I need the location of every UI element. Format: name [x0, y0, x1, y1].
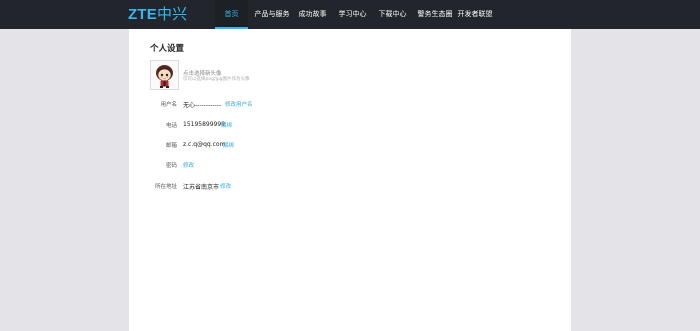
- profile-settings-panel: 个人设置 点击选择新头像 仅可以选择png/jpg图片作为头像 用户名 无心--…: [129, 29, 571, 331]
- unbind-phone-link[interactable]: 解绑: [221, 121, 232, 129]
- edit-username-link[interactable]: 修改用户名: [225, 100, 253, 108]
- change-password-link[interactable]: 修改: [183, 161, 194, 169]
- nav-item-success-stories[interactable]: 成功故事: [296, 0, 329, 29]
- address-value: 江苏省南京市: [183, 184, 220, 191]
- email-label: 邮箱: [165, 143, 177, 149]
- nav-item-download-center[interactable]: 下载中心: [376, 0, 409, 29]
- zte-logo[interactable]: ZTE中兴: [128, 6, 187, 23]
- logo-latin-text: ZTE: [128, 6, 157, 23]
- nav-item-learning-center[interactable]: 学习中心: [336, 0, 369, 29]
- phone-label: 电话: [165, 123, 177, 129]
- page-title: 个人设置: [150, 44, 185, 54]
- username-value: 无心------------: [183, 102, 221, 109]
- address-label: 所在地址: [154, 184, 177, 190]
- avatar[interactable]: [150, 60, 179, 90]
- unbind-email-link[interactable]: 解绑: [223, 141, 234, 149]
- nav-item-products-services[interactable]: 产品与服务: [252, 0, 292, 29]
- password-label: 密码: [165, 163, 177, 169]
- email-value: z.c.q@qq.com: [183, 141, 226, 148]
- edit-address-link[interactable]: 修改: [220, 182, 231, 190]
- nav-item-police-ecosystem[interactable]: 警务生态圈: [416, 0, 454, 29]
- nav-item-home[interactable]: 首页: [215, 0, 248, 29]
- top-navigation-bar: ZTE中兴 首页 产品与服务 成功故事 学习中心 下载中心 警务生态圈 开发者联…: [0, 0, 700, 29]
- logo-cn-text: 中兴: [156, 6, 188, 23]
- avatar-cartoon-icon: [156, 65, 173, 88]
- username-label: 用户名: [160, 102, 177, 108]
- phone-value: 15195899999: [183, 121, 225, 128]
- avatar-format-note: 仅可以选择png/jpg图片作为头像: [183, 77, 250, 82]
- nav-item-developer-alliance[interactable]: 开发者联盟: [456, 0, 494, 29]
